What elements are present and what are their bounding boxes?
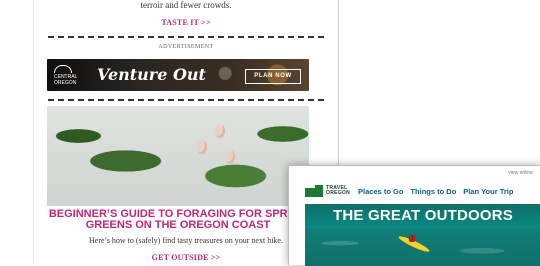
taste-it-link[interactable]: TASTE IT >> bbox=[34, 18, 338, 27]
travel-oregon-logo[interactable]: TRAVEL OREGON bbox=[305, 185, 350, 197]
travel-oregon-wordmark: TRAVEL OREGON bbox=[326, 186, 350, 196]
oregon-mark-icon bbox=[305, 185, 323, 197]
view-online-link[interactable]: view online bbox=[508, 170, 533, 176]
foraging-photo[interactable] bbox=[47, 106, 309, 206]
snippet-text: terroir and fewer crowds. bbox=[140, 0, 232, 10]
article-headline[interactable]: BEGINNER’S GUIDE TO FORAGING FOR SPRING … bbox=[47, 209, 309, 231]
sun-icon bbox=[54, 65, 72, 73]
ad-headline: Venture Out bbox=[97, 65, 206, 84]
hero-banner[interactable]: THE GREAT OUTDOORS bbox=[305, 204, 540, 266]
plan-now-button[interactable]: PLAN NOW bbox=[245, 69, 301, 84]
travel-oregon-preview-window[interactable]: view online TRAVEL OREGON Places to Go T… bbox=[288, 165, 540, 266]
central-oregon-logo: CENTRAL OREGON bbox=[54, 65, 82, 87]
top-nav: TRAVEL OREGON Places to Go Things to Do … bbox=[305, 183, 520, 199]
garlic-clove-icon bbox=[215, 124, 225, 138]
paddler-icon bbox=[409, 235, 415, 242]
ad-label: ADVERTISEMENT bbox=[158, 44, 214, 50]
nav-plan-your-trip[interactable]: Plan Your Trip bbox=[463, 187, 513, 196]
nav-things-to-do[interactable]: Things to Do bbox=[410, 187, 456, 196]
hero-title: THE GREAT OUTDOORS bbox=[333, 207, 513, 224]
page: terroir and fewer crowds. TASTE IT >> AD… bbox=[0, 0, 540, 266]
divider-dashed bbox=[48, 36, 324, 38]
garlic-clove-icon bbox=[197, 140, 207, 154]
divider-dashed-2 bbox=[48, 99, 324, 101]
nav-places-to-go[interactable]: Places to Go bbox=[358, 187, 403, 196]
garlic-clove-icon bbox=[225, 150, 235, 164]
wordmark-line2: OREGON bbox=[326, 190, 351, 196]
ad-banner[interactable]: CENTRAL OREGON Venture Out PLAN NOW bbox=[47, 59, 309, 91]
logo-line2: OREGON bbox=[54, 80, 77, 86]
